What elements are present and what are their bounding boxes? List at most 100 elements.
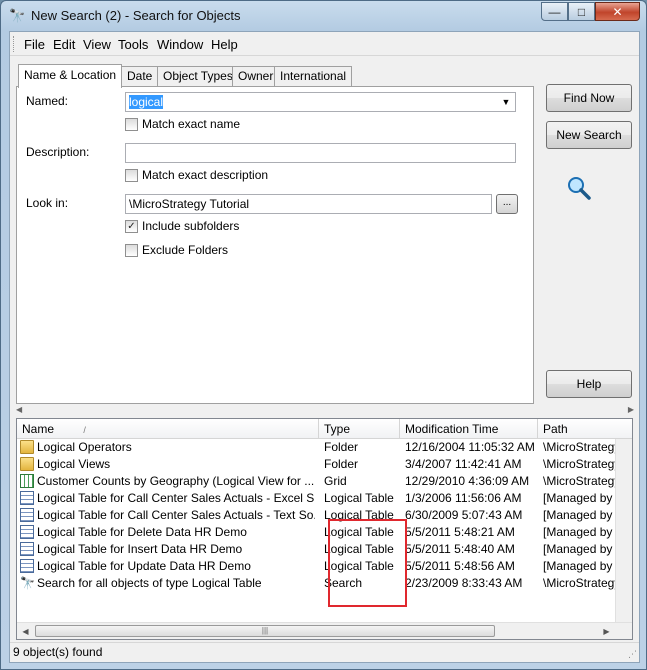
resize-grip-icon[interactable]: ⋰ bbox=[628, 649, 637, 660]
table-icon bbox=[20, 525, 34, 539]
magnifier-icon bbox=[568, 177, 591, 200]
column-header-type[interactable]: Type bbox=[319, 419, 400, 439]
minimize-button[interactable]: — bbox=[541, 2, 568, 21]
chevron-down-icon[interactable]: ▼ bbox=[499, 95, 513, 109]
column-header-name[interactable]: Name / bbox=[17, 419, 319, 439]
window-title: New Search (2) - Search for Objects bbox=[31, 8, 241, 23]
table-row[interactable]: Logical Table for Update Data HR Demo Log… bbox=[17, 558, 621, 575]
match-exact-name-checkbox[interactable]: Match exact name bbox=[125, 117, 240, 131]
find-now-button[interactable]: Find Now bbox=[546, 84, 632, 112]
scroll-left-icon[interactable]: ◀ bbox=[17, 623, 34, 639]
cell-type: Folder bbox=[324, 457, 359, 471]
menu-bar: File Edit View Tools Window Help bbox=[10, 32, 639, 56]
name-location-panel: Named: logical ▼ Match exact name Descri… bbox=[16, 86, 534, 404]
table-row[interactable]: Logical Views Folder 3/4/2007 11:42:41 AM \… bbox=[17, 456, 621, 473]
scroll-right-icon[interactable]: ▶ bbox=[598, 623, 615, 639]
folder-icon bbox=[20, 457, 34, 471]
cell-modification-time: 5/5/2011 5:48:40 AM bbox=[405, 542, 515, 556]
help-button[interactable]: Help bbox=[546, 370, 632, 398]
collapse-left-icon[interactable]: ◀ bbox=[16, 405, 22, 414]
table-row[interactable]: Logical Operators Folder 12/16/2004 11:05:… bbox=[17, 439, 621, 456]
cell-name: Logical Table for Delete Data HR Demo bbox=[37, 525, 247, 539]
menu-view[interactable]: View bbox=[83, 37, 111, 52]
tab-owner[interactable]: Owner bbox=[232, 66, 280, 86]
menu-tools[interactable]: Tools bbox=[118, 37, 148, 52]
cell-path: \MicroStrategy T bbox=[543, 474, 621, 488]
look-in-label: Look in: bbox=[26, 196, 69, 210]
table-row[interactable]: 🔭 Search for all objects of type Logical … bbox=[17, 575, 621, 592]
checkbox-box bbox=[125, 117, 138, 131]
cell-type: Grid bbox=[324, 474, 347, 488]
caption-buttons: — □ ✕ bbox=[541, 2, 640, 21]
cell-modification-time: 2/23/2009 8:33:43 AM bbox=[405, 576, 523, 590]
cell-name: Logical Table for Call Center Sales Actu… bbox=[37, 491, 315, 505]
maximize-button[interactable]: □ bbox=[568, 2, 595, 21]
close-button[interactable]: ✕ bbox=[595, 2, 640, 21]
menu-edit[interactable]: Edit bbox=[53, 37, 75, 52]
status-text: 9 object(s) found bbox=[13, 645, 103, 659]
cell-modification-time: 5/5/2011 5:48:21 AM bbox=[405, 525, 515, 539]
exclude-folders-label: Exclude Folders bbox=[142, 243, 229, 257]
table-row[interactable]: Logical Table for Delete Data HR Demo Log… bbox=[17, 524, 621, 541]
checkmark-icon: ✓ bbox=[125, 219, 138, 233]
match-exact-name-label: Match exact name bbox=[142, 117, 241, 131]
cell-modification-time: 5/5/2011 5:48:56 AM bbox=[405, 559, 515, 573]
include-subfolders-checkbox[interactable]: ✓ Include subfolders bbox=[125, 219, 239, 233]
exclude-folders-checkbox[interactable]: Exclude Folders bbox=[125, 243, 228, 257]
new-search-button[interactable]: New Search bbox=[546, 121, 632, 149]
column-header-modification-time[interactable]: Modification Time bbox=[400, 419, 538, 439]
checkbox-box bbox=[125, 168, 138, 182]
tab-international[interactable]: International bbox=[274, 66, 353, 86]
match-exact-description-checkbox[interactable]: Match exact description bbox=[125, 168, 268, 182]
cell-name: Logical Views bbox=[37, 457, 111, 471]
client-area: File Edit View Tools Window Help Name & … bbox=[9, 31, 640, 663]
cell-type: Folder bbox=[324, 440, 359, 454]
table-icon bbox=[20, 559, 34, 573]
search-window: 🔭 New Search (2) - Search for Objects — … bbox=[0, 0, 647, 670]
cell-name: Logical Table for Insert Data HR Demo bbox=[37, 542, 243, 556]
checkbox-box bbox=[125, 243, 138, 257]
horizontal-scroll-thumb[interactable]: ||| bbox=[35, 625, 495, 637]
collapse-right-icon[interactable]: ▶ bbox=[628, 405, 634, 414]
column-name-label: Name bbox=[22, 422, 55, 436]
vertical-scrollbar[interactable] bbox=[615, 439, 632, 624]
menu-file[interactable]: File bbox=[24, 37, 45, 52]
look-in-input[interactable]: \MicroStrategy Tutorial bbox=[125, 194, 492, 214]
browse-button[interactable]: ... bbox=[496, 194, 518, 214]
table-icon bbox=[20, 542, 34, 556]
cell-name: Logical Table for Call Center Sales Actu… bbox=[37, 508, 315, 522]
cell-path: \MicroStrategy T bbox=[543, 440, 621, 454]
named-combobox[interactable]: logical ▼ bbox=[125, 92, 516, 112]
include-subfolders-label: Include subfolders bbox=[142, 219, 240, 233]
status-bar: 9 object(s) found ⋰ bbox=[10, 642, 639, 662]
tab-date[interactable]: Date bbox=[121, 66, 159, 86]
description-input[interactable] bbox=[125, 143, 516, 163]
table-icon bbox=[20, 508, 34, 522]
tab-name-location[interactable]: Name & Location bbox=[18, 64, 123, 88]
menu-window[interactable]: Window bbox=[157, 37, 203, 52]
binoculars-icon: 🔭 bbox=[9, 8, 26, 23]
table-row[interactable]: Logical Table for Call Center Sales Actu… bbox=[17, 507, 621, 524]
menu-grip bbox=[13, 36, 16, 52]
description-label: Description: bbox=[26, 145, 90, 159]
title-bar[interactable]: 🔭 New Search (2) - Search for Objects — … bbox=[1, 1, 646, 31]
cell-modification-time: 12/16/2004 11:05:32 AM bbox=[405, 440, 535, 454]
table-row[interactable]: Logical Table for Insert Data HR Demo Log… bbox=[17, 541, 621, 558]
named-label: Named: bbox=[26, 94, 69, 108]
search-icon: 🔭 bbox=[20, 576, 35, 590]
folder-icon bbox=[20, 440, 34, 454]
cell-path: \MicroStrategy T bbox=[543, 457, 621, 471]
tab-object-types[interactable]: Object Types bbox=[157, 66, 239, 86]
menu-help[interactable]: Help bbox=[211, 37, 238, 52]
table-row[interactable]: Logical Table for Call Center Sales Actu… bbox=[17, 490, 621, 507]
cell-modification-time: 6/30/2009 5:07:43 AM bbox=[405, 508, 523, 522]
cell-path: [Managed by the bbox=[543, 508, 621, 522]
cell-path: [Managed by the bbox=[543, 542, 621, 556]
cell-name: Logical Table for Update Data HR Demo bbox=[37, 559, 251, 573]
pane-splitter[interactable]: ◀ ▶ bbox=[16, 405, 634, 414]
column-header-path[interactable]: Path bbox=[538, 419, 632, 439]
horizontal-scrollbar[interactable]: ◀ ||| ▶ bbox=[17, 622, 632, 639]
cell-path: [Managed by the bbox=[543, 559, 621, 573]
cell-type: Logical Table bbox=[324, 491, 394, 505]
table-row[interactable]: Customer Counts by Geography (Logical Vi… bbox=[17, 473, 621, 490]
